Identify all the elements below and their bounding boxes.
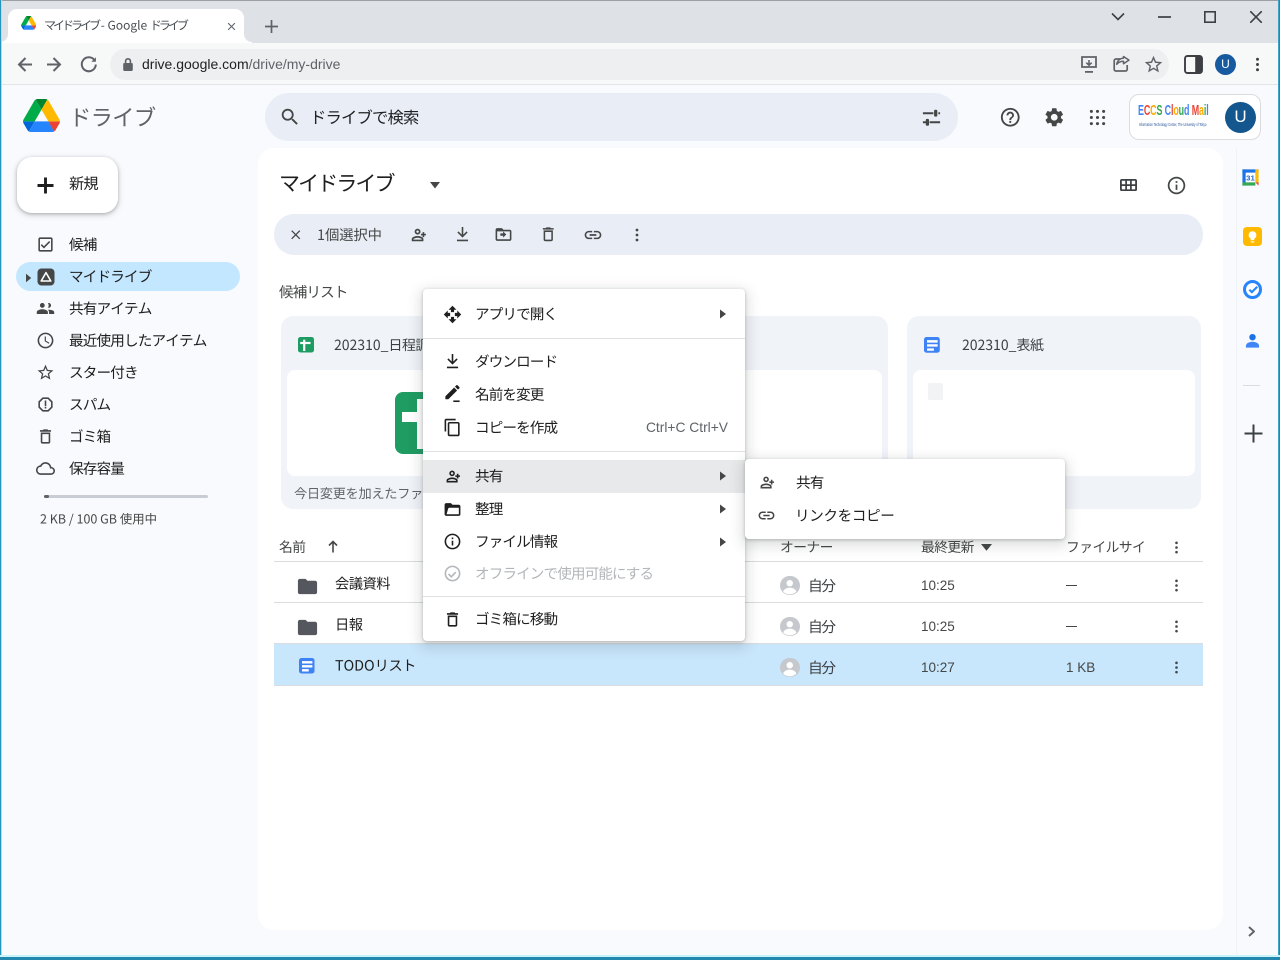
- svg-text:31: 31: [1246, 173, 1255, 182]
